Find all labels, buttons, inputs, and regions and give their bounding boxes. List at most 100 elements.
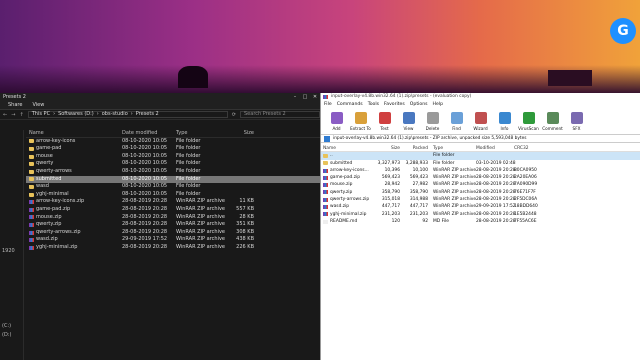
nav-item[interactable]: (D:) bbox=[2, 332, 11, 338]
column-crc32[interactable]: CRC32 bbox=[514, 145, 554, 151]
archive-row[interactable]: README.md 120 92 MD File 28-08-2019 20:28 7F5… bbox=[321, 218, 640, 225]
menu-favorites[interactable]: Favorites bbox=[384, 101, 405, 109]
file-row[interactable]: mouse 08-10-2020 10:05 File folder bbox=[26, 153, 320, 161]
menu-file[interactable]: File bbox=[324, 101, 332, 109]
toolbar-comment-button[interactable]: Comment bbox=[541, 109, 564, 134]
archive-item-name: .. bbox=[330, 153, 333, 159]
file-row[interactable]: yghj-minimal 08-10-2020 10:05 File folder bbox=[26, 191, 320, 199]
ribbon-tab-share[interactable]: Share bbox=[8, 101, 22, 109]
file-row[interactable]: submitted 08-10-2020 10:05 File folder bbox=[26, 175, 320, 184]
zip-icon bbox=[29, 238, 34, 243]
search-input[interactable]: Search Presets 2 bbox=[240, 111, 320, 118]
nav-item[interactable]: (C:) bbox=[2, 323, 11, 329]
minimize-icon[interactable]: – bbox=[290, 93, 300, 101]
toolbar-virusscan-button[interactable]: VirusScan bbox=[517, 109, 540, 134]
ribbon-tab-view[interactable]: View bbox=[32, 101, 44, 109]
column-date[interactable]: Date modified bbox=[122, 130, 176, 137]
file-size bbox=[222, 183, 258, 191]
zip-icon bbox=[29, 222, 34, 227]
back-icon[interactable]: ← bbox=[3, 112, 7, 118]
file-row[interactable]: qwerty-arrows.zip 28-08-2019 20:28 WinRAR … bbox=[26, 229, 320, 237]
archive-row[interactable]: game-pad.zip 569,423 569,423 WinRAR ZIP arc… bbox=[321, 174, 640, 181]
archive-row[interactable]: mouse.zip 28,942 27,982 WinRAR ZIP archive 2… bbox=[321, 181, 640, 188]
file-row[interactable]: yghj-minimal.zip 28-08-2019 20:28 WinRAR Z… bbox=[26, 244, 320, 252]
archive-row[interactable]: .. File folder bbox=[321, 152, 640, 160]
menu-help[interactable]: Help bbox=[433, 101, 443, 109]
archive-row[interactable]: wasd.zip 447,717 447,717 WinRAR ZIP archive… bbox=[321, 203, 640, 210]
explorer-title: Presets 2 bbox=[3, 94, 26, 100]
file-name-cell: mouse.zip bbox=[26, 214, 122, 222]
forward-icon[interactable]: → bbox=[11, 112, 15, 118]
breadcrumb-item[interactable]: obs-studio bbox=[102, 112, 128, 117]
archive-item-type: File folder bbox=[433, 160, 455, 166]
file-size bbox=[222, 191, 258, 199]
breadcrumb-item[interactable]: Softwares (D:) bbox=[58, 112, 94, 117]
archive-item-name: submitted bbox=[330, 160, 353, 166]
toolbar-delete-button[interactable]: Delete bbox=[421, 109, 444, 134]
archive-row[interactable]: yghj-minimal.zip 231,203 231,203 WinRAR ZIP… bbox=[321, 211, 640, 218]
file-row[interactable]: arrow-key-icons.zip 28-08-2019 20:28 WinRA… bbox=[26, 198, 320, 206]
toolbar-add-button[interactable]: Add bbox=[325, 109, 348, 134]
navigation-pane[interactable]: 1920 (C:) (D:) bbox=[0, 130, 24, 360]
file-row[interactable]: game-pad.zip 28-08-2019 20:28 WinRAR ZIP a… bbox=[26, 206, 320, 214]
menu-options[interactable]: Options bbox=[410, 101, 428, 109]
archive-item-name: game-pad.zip bbox=[330, 175, 361, 181]
file-row[interactable]: qwerty-arrows 08-10-2020 10:05 File folder bbox=[26, 168, 320, 176]
maximize-icon[interactable]: □ bbox=[300, 93, 310, 101]
file-type: File folder bbox=[176, 145, 201, 152]
file-name-cell: arrow-key-icons.zip bbox=[26, 198, 122, 206]
archive-item-type: WinRAR ZIP archive bbox=[433, 204, 477, 210]
archive-item-size: 315,018 bbox=[381, 197, 400, 203]
archive-item-type: WinRAR ZIP archive bbox=[433, 167, 477, 173]
column-name[interactable]: Name bbox=[26, 130, 122, 137]
up-folder-icon[interactable] bbox=[324, 135, 330, 142]
archive-row[interactable]: arrow-key-icons... 10,396 10,100 WinRAR ZIP… bbox=[321, 167, 640, 174]
file-row[interactable]: qwerty 08-10-2020 10:05 File folder bbox=[26, 160, 320, 168]
toolbar-sfx-button[interactable]: SFX bbox=[565, 109, 588, 134]
breadcrumb[interactable]: This PC › Softwares (D:) › obs-studio › Pre… bbox=[27, 111, 228, 118]
file-date: 28-08-2019 20:28 bbox=[122, 243, 168, 250]
menu-tools[interactable]: Tools bbox=[368, 101, 379, 109]
archive-item-crc: 7F55AC6E bbox=[514, 218, 537, 224]
file-row[interactable]: qwerty.zip 28-08-2019 20:28 WinRAR ZIP arc… bbox=[26, 221, 320, 229]
toolbar-find-button[interactable]: Find bbox=[445, 109, 468, 134]
close-icon[interactable]: ✕ bbox=[310, 93, 320, 101]
menu-commands[interactable]: Commands bbox=[337, 101, 363, 109]
toolbar-wizard-button[interactable]: Wizard bbox=[469, 109, 492, 134]
archive-row[interactable]: qwerty-arrows.zip 315,018 314,988 WinRAR ZI… bbox=[321, 196, 640, 203]
winrar-app-icon bbox=[323, 95, 328, 99]
archive-item-packed bbox=[403, 152, 431, 159]
column-size[interactable]: Size bbox=[222, 130, 258, 137]
archive-name-cell: yghj-minimal.zip bbox=[321, 211, 376, 218]
address-bar-row: ← → ↑ This PC › Softwares (D:) › obs-studi… bbox=[0, 110, 320, 120]
file-size: 28 KB bbox=[239, 213, 254, 220]
column-modified[interactable]: Modified bbox=[476, 145, 514, 151]
file-row[interactable]: mouse.zip 28-08-2019 20:28 WinRAR ZIP arch… bbox=[26, 214, 320, 222]
toolbar-extract-to-button[interactable]: Extract To bbox=[349, 109, 372, 134]
archive-row[interactable]: qwerty.zip 358,790 358,790 WinRAR ZIP archi… bbox=[321, 189, 640, 196]
toolbar-view-button[interactable]: View bbox=[397, 109, 420, 134]
file-name: qwerty.zip bbox=[36, 221, 62, 228]
file-row[interactable]: game-pad 08-10-2020 10:05 File folder bbox=[26, 145, 320, 153]
toolbar-label: Delete bbox=[425, 126, 440, 131]
breadcrumb-item[interactable]: Presets 2 bbox=[136, 112, 159, 117]
file-row[interactable]: wasd 08-10-2020 10:05 File folder bbox=[26, 183, 320, 191]
column-type[interactable]: Type bbox=[431, 145, 476, 151]
archive-item-modified: 29-09-2019 17:52 bbox=[476, 204, 516, 210]
breadcrumb-item[interactable]: This PC bbox=[32, 112, 50, 117]
column-name[interactable]: Name bbox=[321, 145, 376, 151]
file-row[interactable]: wasd.zip 29-09-2019 17:52 WinRAR ZIP archi… bbox=[26, 236, 320, 244]
folder-icon bbox=[29, 139, 34, 144]
archive-row[interactable]: submitted 3,327,973 3,288,933 File folder 03… bbox=[321, 160, 640, 167]
file-row[interactable]: arrow-key-icons 08-10-2020 10:05 File fold… bbox=[26, 138, 320, 146]
toolbar-info-button[interactable]: Info bbox=[493, 109, 516, 134]
column-type[interactable]: Type bbox=[176, 130, 222, 137]
channel-logo-icon: G bbox=[610, 18, 636, 44]
nav-item[interactable]: 1920 bbox=[2, 248, 15, 254]
column-size[interactable]: Size bbox=[376, 145, 403, 151]
archive-item-crc: 2A20EA06 bbox=[514, 175, 537, 181]
up-icon[interactable]: ↑ bbox=[20, 112, 24, 118]
toolbar-test-button[interactable]: Test bbox=[373, 109, 396, 134]
refresh-icon[interactable]: ⟳ bbox=[232, 112, 236, 118]
column-packed[interactable]: Packed bbox=[403, 145, 431, 151]
